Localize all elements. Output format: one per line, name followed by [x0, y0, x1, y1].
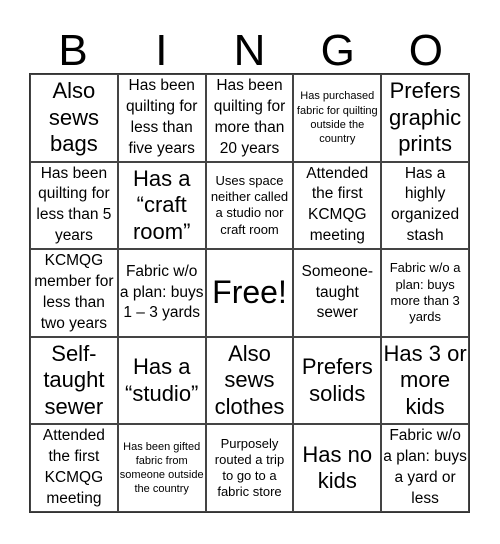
bingo-cell-text: Fabric w/o a plan: buys more than 3 yard…	[389, 260, 461, 325]
bingo-cell-text: Has no kids	[302, 441, 373, 494]
bingo-cell[interactable]: Has 3 or more kids	[381, 336, 469, 425]
bingo-cell[interactable]: Also sews bags	[30, 74, 118, 162]
bingo-cell[interactable]: Also sews clothes	[205, 336, 294, 425]
bingo-cell-text: KCMQG member for less than two years	[34, 252, 114, 332]
header-letter-g: G	[320, 26, 355, 75]
bingo-cell[interactable]: Prefers solids	[293, 336, 382, 425]
bingo-cell-text: Has been quilting for less than 5 years	[36, 164, 112, 245]
bingo-cell-text: Also sews clothes	[214, 341, 285, 419]
bingo-cell[interactable]: Has a “studio”	[117, 336, 206, 425]
header-letter-b: B	[58, 26, 88, 75]
bingo-cell[interactable]: Fabric w/o a plan: buys 1 – 3 yards	[117, 249, 206, 337]
bingo-cell[interactable]: Has been quilting for less than 5 years	[30, 161, 118, 250]
bingo-cell-text: Has been gifted fabric from someone outs…	[119, 440, 204, 496]
bingo-cell[interactable]: Someone-taught sewer	[293, 249, 382, 337]
bingo-cell[interactable]: Purposely routed a trip to go to a fabri…	[205, 424, 294, 512]
header-letter-i: I	[155, 26, 168, 75]
bingo-cell-text: Fabric w/o a plan: buys 1 – 3 yards	[119, 262, 204, 322]
bingo-cell[interactable]: Has been gifted fabric from someone outs…	[117, 424, 206, 512]
bingo-cell[interactable]: Has a highly organized stash	[381, 161, 469, 250]
bingo-cell[interactable]: Fabric w/o a plan: buys a yard or less	[381, 424, 469, 512]
free-space-cell[interactable]: Free!	[205, 249, 294, 337]
bingo-cell[interactable]: Attended the first KCMQG meeting	[30, 424, 118, 512]
bingo-cell[interactable]: Uses space neither called a studio nor c…	[205, 161, 294, 250]
header-letter-o: O	[408, 26, 444, 75]
bingo-cell-text: Prefers solids	[301, 354, 373, 406]
bingo-cell[interactable]: Has been quilting for more than 20 years	[205, 74, 294, 162]
bingo-cell[interactable]: Prefers graphic prints	[381, 74, 469, 162]
bingo-cell-text: Has been quilting for less than five yea…	[125, 76, 198, 157]
bingo-cell-text: Someone-taught sewer	[301, 262, 374, 322]
bingo-cell-text: Has 3 or more kids	[383, 341, 467, 419]
bingo-cell[interactable]: KCMQG member for less than two years	[30, 249, 118, 337]
bingo-cell-text: Has a “craft room”	[132, 165, 191, 244]
bingo-cell-text: Also sews bags	[48, 78, 99, 156]
bingo-header: B I N G O	[29, 28, 470, 74]
bingo-cell[interactable]: Has purchased fabric for quilting outsid…	[293, 74, 382, 162]
bingo-cell-text: Has been quilting for more than 20 years	[213, 76, 286, 157]
bingo-cell-text: Uses space neither called a studio nor c…	[210, 172, 289, 237]
bingo-cell-text: Has a “studio”	[125, 354, 199, 406]
bingo-cell[interactable]: Self-taught sewer	[30, 336, 118, 425]
bingo-cell[interactable]: Has no kids	[293, 424, 382, 512]
bingo-cell-text: Has purchased fabric for quilting outsid…	[296, 90, 378, 146]
bingo-cell-text: Attended the first KCMQG meeting	[42, 427, 105, 508]
bingo-cell-text: Self-taught sewer	[43, 341, 105, 419]
bingo-cell[interactable]: Has been quilting for less than five yea…	[117, 74, 206, 162]
bingo-cell[interactable]: Fabric w/o a plan: buys more than 3 yard…	[381, 249, 469, 337]
header-letter-n: N	[233, 26, 266, 75]
bingo-cell-text: Purposely routed a trip to go to a fabri…	[214, 435, 285, 500]
bingo-cell-text: Prefers graphic prints	[389, 78, 462, 156]
bingo-cell-text: Attended the first KCMQG meeting	[306, 164, 369, 245]
bingo-cell-text: Free!	[212, 274, 287, 311]
bingo-cell[interactable]: Has a “craft room”	[117, 161, 206, 250]
bingo-cell-text: Has a highly organized stash	[391, 164, 460, 245]
bingo-cell-text: Fabric w/o a plan: buys a yard or less	[383, 427, 467, 508]
bingo-cell[interactable]: Attended the first KCMQG meeting	[293, 161, 382, 250]
bingo-grid: Also sews bags Has been quilting for less…	[29, 73, 470, 513]
